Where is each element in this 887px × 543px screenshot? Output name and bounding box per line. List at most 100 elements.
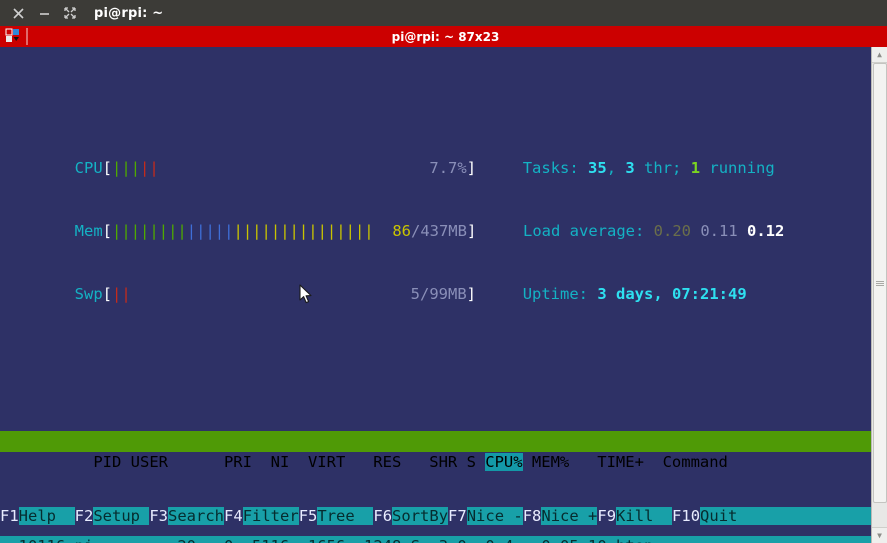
fkey-bar-filler xyxy=(756,507,887,525)
swp-meter-label: Swp xyxy=(56,285,103,303)
stats-tasks: Tasks: 35, 3 thr; 1 running xyxy=(476,159,775,177)
terminal-window: pi@rpi: ~ pi@rpi: ~ 87x23 CPU[||||| 7.7%… xyxy=(0,0,887,543)
fkey-f8-label[interactable]: Nice + xyxy=(541,507,598,525)
load-gap2 xyxy=(738,222,747,240)
close-icon xyxy=(12,7,24,19)
process-table-header[interactable]: PID USER PRI NI VIRT RES SHR S CPU% MEM%… xyxy=(0,431,871,471)
cell-gap xyxy=(607,537,616,543)
swp-meter-bar-empty xyxy=(131,285,411,303)
stats-gap xyxy=(476,159,523,177)
fkey-f7-label[interactable]: Nice - xyxy=(466,507,523,525)
scroll-up-button[interactable]: ▲ xyxy=(871,47,887,63)
fkey-f4-key[interactable]: F4 xyxy=(224,507,243,525)
fkey-f1-key[interactable]: F1 xyxy=(0,507,19,525)
swp-meter-bar-cell: | xyxy=(112,285,122,303)
tab-separator xyxy=(26,28,28,45)
load-label: Load average: xyxy=(523,222,654,240)
cpu-meter-bar-cell: | xyxy=(121,159,131,177)
fkey-f7-key[interactable]: F7 xyxy=(448,507,467,525)
minimize-icon xyxy=(39,12,49,15)
mem-meter-bar-cell: | xyxy=(121,222,131,240)
cell-mem: 0.4 xyxy=(467,537,513,543)
mem-meter-used-value: 86 xyxy=(392,222,411,240)
meter-line-mem: Mem[|||||||||||||||||||||||||||| 86/437M… xyxy=(0,200,871,240)
scroll-down-button[interactable]: ▼ xyxy=(871,527,887,543)
mem-meter-bar-cell: | xyxy=(280,222,290,240)
mem-meter-bar-cell: | xyxy=(242,222,253,240)
fkey-f8-key[interactable]: F8 xyxy=(522,507,542,525)
meter-blank-line xyxy=(0,326,871,347)
fkey-f1-label[interactable]: Help xyxy=(18,507,75,525)
uptime-value: 3 days, 07:21:49 xyxy=(597,285,747,303)
fkey-f5-key[interactable]: F5 xyxy=(298,507,318,525)
swp-meter-close-bracket: ] xyxy=(466,285,477,303)
fkey-f3-key[interactable]: F3 xyxy=(149,507,169,525)
fkey-f10-key[interactable]: F10 xyxy=(672,507,701,525)
cell-shr: 1248 xyxy=(345,537,401,543)
mem-meter-bar-cell: | xyxy=(158,222,169,240)
mem-meter-label: Mem xyxy=(56,222,103,240)
fkey-f10-label[interactable]: Quit xyxy=(700,507,757,525)
cell-ni: 0 xyxy=(196,537,233,543)
mem-meter-bar-cell: | xyxy=(308,222,318,240)
minimize-button[interactable] xyxy=(32,3,56,23)
terminal-menu-icon xyxy=(5,28,19,42)
cell-gap xyxy=(65,537,74,543)
header-post: MEM% TIME+ Command xyxy=(531,453,728,471)
fkey-f6-label[interactable]: SortBy xyxy=(392,507,449,525)
mem-meter-bar-cell: | xyxy=(261,222,271,240)
cell-time: 0:05.10 xyxy=(513,537,606,543)
fkey-f2-key[interactable]: F2 xyxy=(74,507,94,525)
tasks-separator: , xyxy=(606,159,626,177)
scrollbar-thumb[interactable] xyxy=(872,63,887,503)
swp-meter: Swp[|| 5/99MB] xyxy=(56,285,476,303)
fkey-f4-label[interactable]: Filter xyxy=(242,507,299,525)
thread-label: thr; xyxy=(634,159,691,177)
window-titlebar: pi@rpi: ~ xyxy=(0,0,887,26)
cell-virt: 5116 xyxy=(243,537,289,543)
meter-line-cpu: CPU[||||| 7.7%] Tasks: 35, 3 thr; 1 runn… xyxy=(0,137,871,177)
maximize-icon xyxy=(64,7,76,19)
maximize-button[interactable] xyxy=(58,3,82,23)
mem-meter-bar-cell: | xyxy=(252,222,262,240)
tasks-label: Tasks: xyxy=(522,159,589,177)
thread-count: 3 xyxy=(625,159,635,177)
load-5min: 0.11 xyxy=(700,222,738,240)
fkey-f6-key[interactable]: F6 xyxy=(373,507,393,525)
mem-meter-bar-cell: | xyxy=(298,222,309,240)
fkey-f9-key[interactable]: F9 xyxy=(597,507,617,525)
mem-meter-bar-cell: | xyxy=(345,222,355,240)
cell-pri: 20 xyxy=(159,537,196,543)
header-pre: PID USER PRI NI VIRT RES SHR S xyxy=(56,453,486,471)
function-key-bar[interactable]: F1Help F2Setup F3SearchF4FilterF5Tree F6… xyxy=(0,506,887,527)
cell-command: htop xyxy=(616,537,653,543)
close-button[interactable] xyxy=(6,3,30,23)
fkey-f9-label[interactable]: Kill xyxy=(616,507,673,525)
cpu-meter-close-bracket: ] xyxy=(466,159,477,177)
header-sort-column[interactable]: CPU% xyxy=(485,453,523,471)
cell-pid: 10116 xyxy=(0,537,66,543)
table-row[interactable]: 10116 pi 20 0 5116 1656 1248 S 3.0 0.4 0… xyxy=(0,536,871,543)
terminal-menu-button[interactable] xyxy=(0,26,26,47)
cell-cpu: 3.0 xyxy=(420,537,467,543)
cpu-meter-value: 7.7% xyxy=(429,159,467,177)
fkey-f2-label[interactable]: Setup xyxy=(93,507,150,525)
fkey-f3-label[interactable]: Search xyxy=(168,507,225,525)
swp-meter-open-bracket: [ xyxy=(102,285,113,303)
mem-meter-bar-cell: | xyxy=(270,222,281,240)
running-count: 1 xyxy=(690,159,701,177)
load-15min: 0.12 xyxy=(747,222,785,240)
vertical-scrollbar[interactable]: ▲ ▼ xyxy=(871,47,887,543)
mem-meter-bar-cell: | xyxy=(233,222,243,240)
active-tab-title[interactable]: pi@rpi: ~ 87x23 xyxy=(30,30,861,44)
scrollbar-track[interactable] xyxy=(871,63,887,527)
cpu-meter-bar-empty xyxy=(159,159,430,177)
uptime-label: Uptime: xyxy=(522,285,598,303)
cpu-meter-label: CPU xyxy=(56,159,103,177)
fkey-f5-label[interactable]: Tree xyxy=(317,507,374,525)
mem-meter-bar-cell: | xyxy=(130,222,141,240)
tasks-count: 35 xyxy=(588,159,607,177)
process-table-body[interactable]: 10116 pi 20 0 5116 1656 1248 S 3.0 0.4 0… xyxy=(0,536,871,543)
terminal-content[interactable]: CPU[||||| 7.7%] Tasks: 35, 3 thr; 1 runn… xyxy=(0,47,871,543)
mem-meter-close-bracket: ] xyxy=(466,222,477,240)
